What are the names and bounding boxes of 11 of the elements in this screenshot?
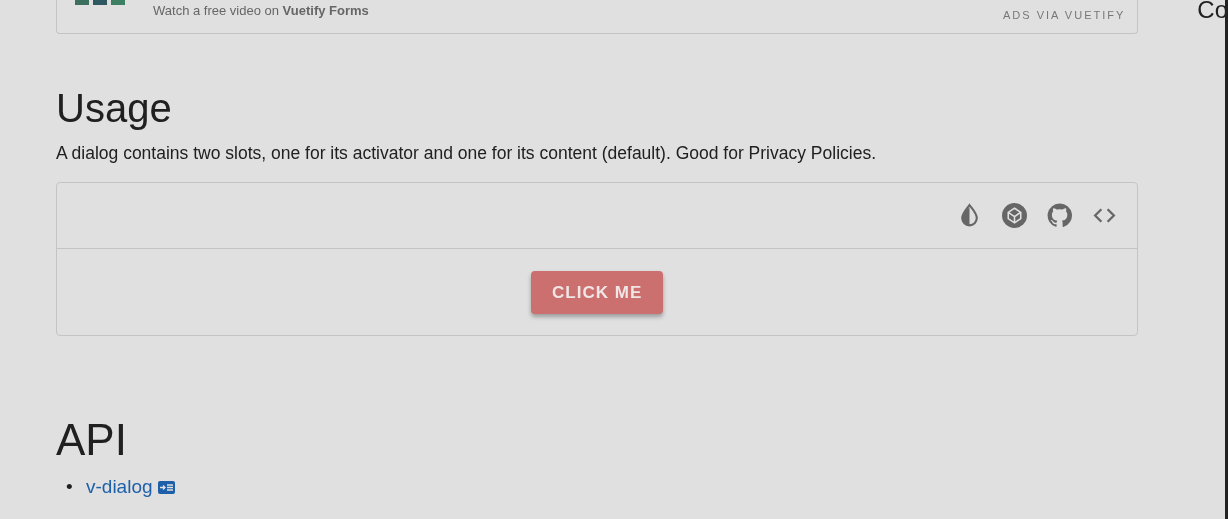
list-bullet: • [66, 475, 74, 500]
github-icon[interactable] [1047, 203, 1073, 229]
section-description: A dialog contains two slots, one for its activator and one for its content (default). Good for Privacy Policies. [56, 142, 877, 165]
section-heading: Usage [56, 85, 173, 132]
ad-text: Watch a free video on Vuetify Forms [153, 2, 369, 20]
api-link[interactable]: v-dialog [86, 476, 153, 498]
section-heading: API [56, 414, 128, 467]
component-icon [157, 481, 175, 495]
ad-label: ADS VIA VUETIFY [1003, 8, 1126, 23]
click-me-button[interactable]: CLICK ME [531, 270, 664, 314]
cube-icon[interactable] [1002, 203, 1028, 229]
